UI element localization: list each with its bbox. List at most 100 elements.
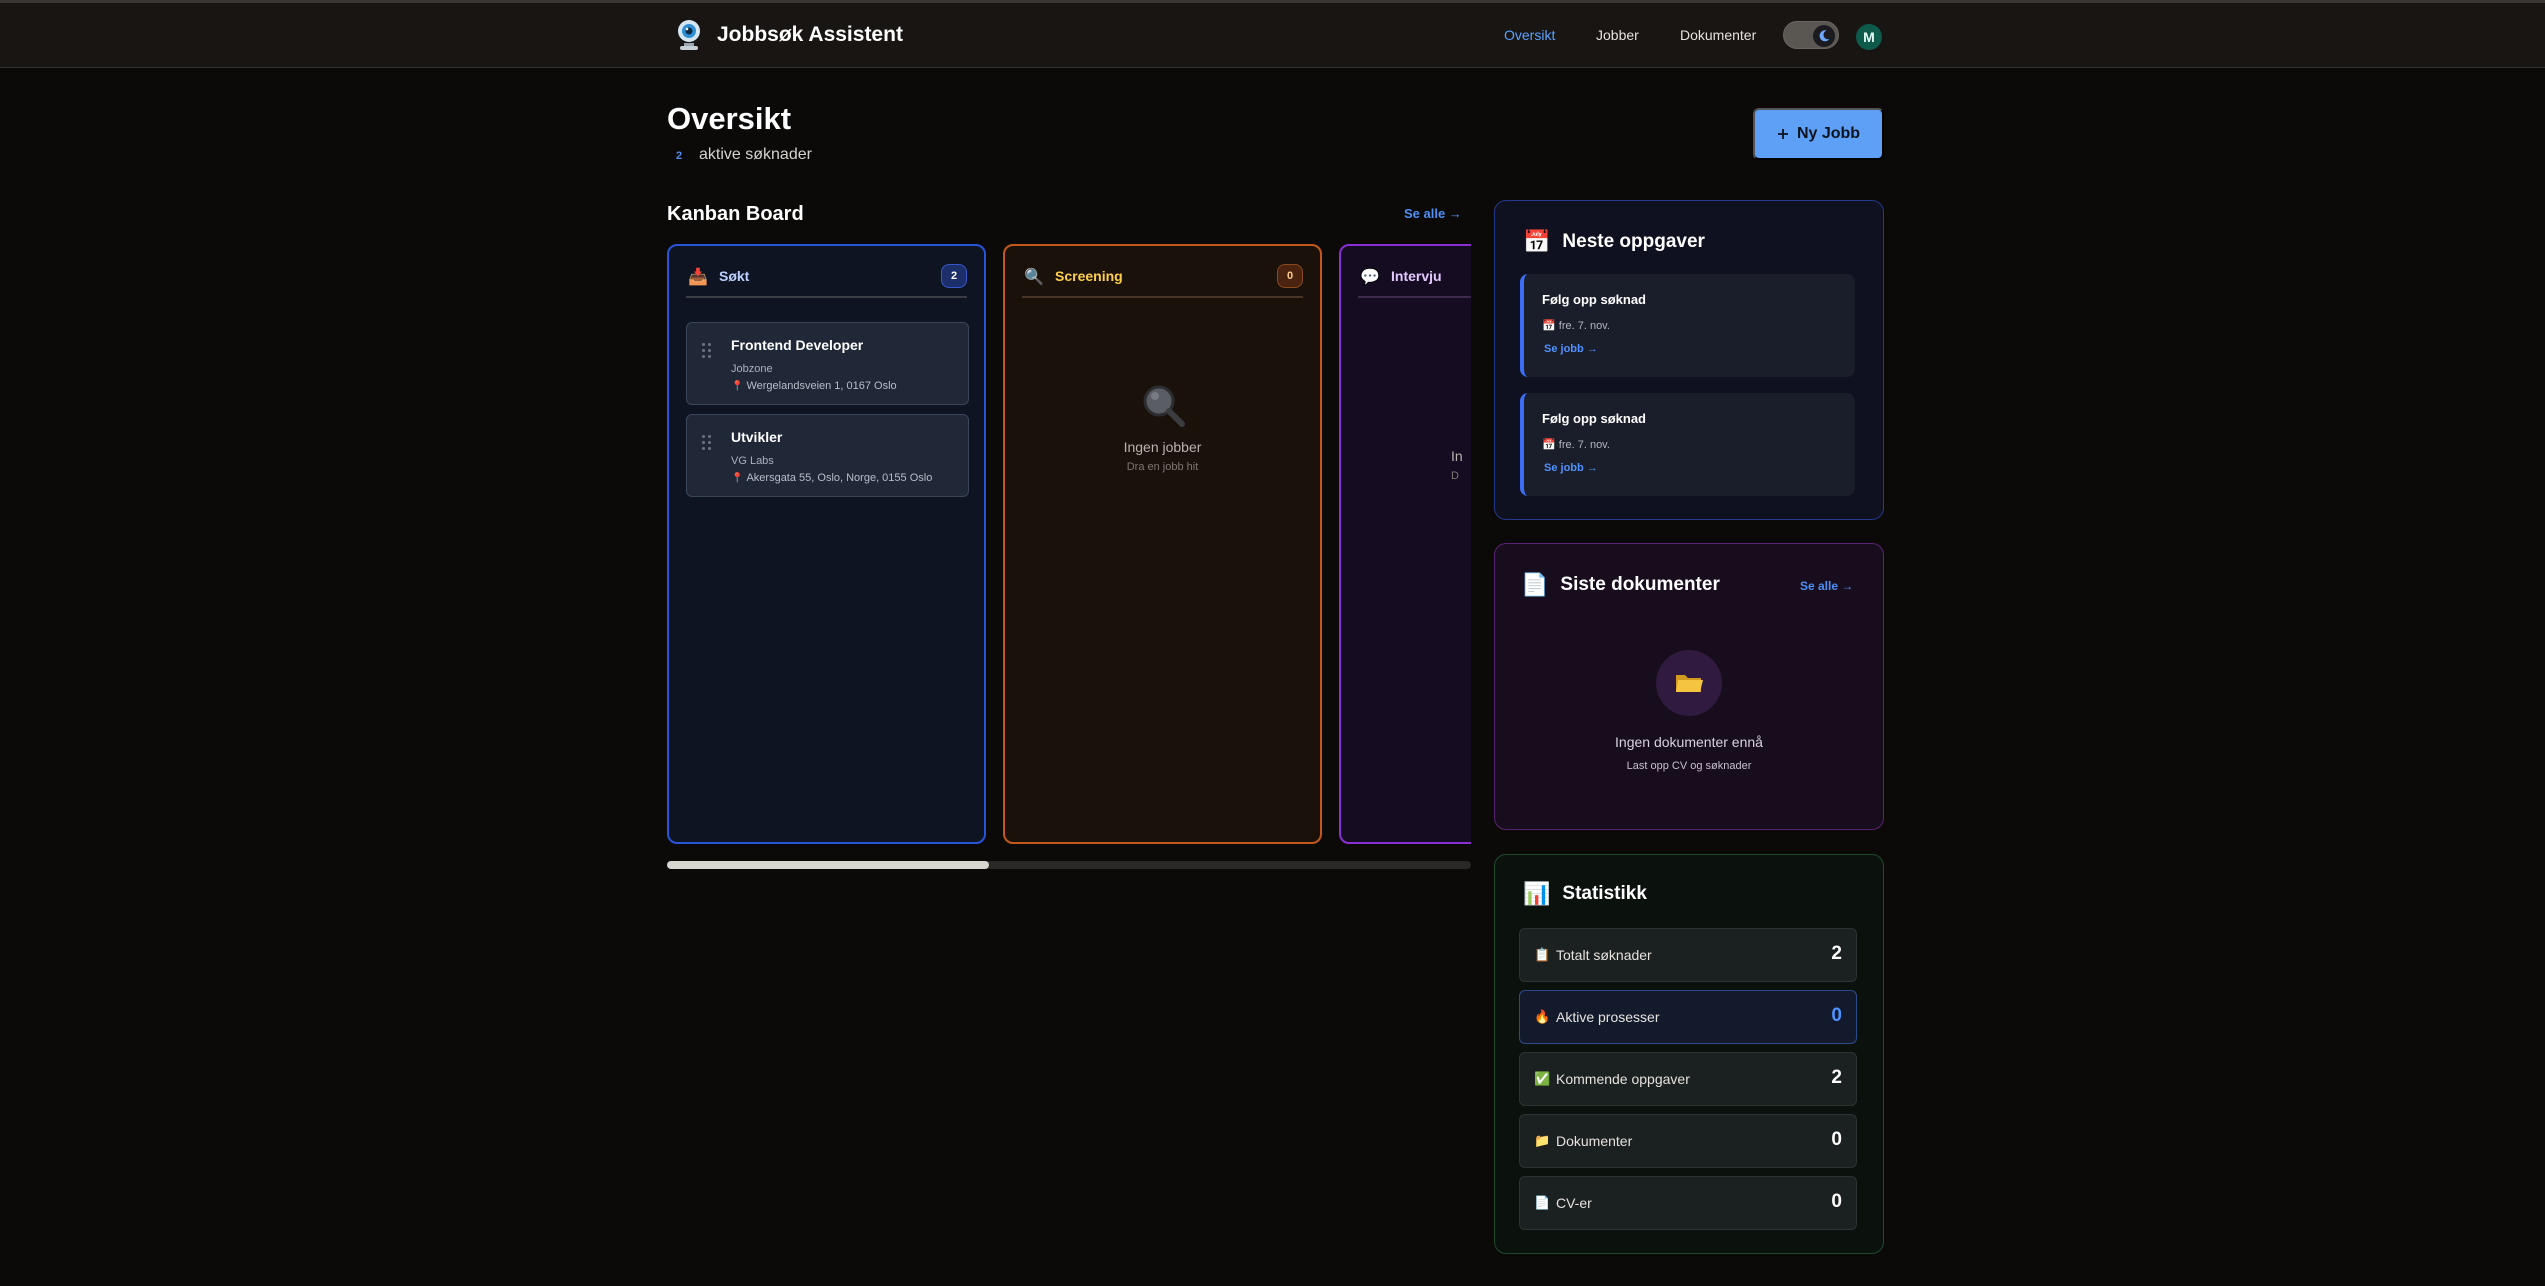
job-company: VG Labs bbox=[731, 455, 774, 467]
job-location: 📍 Wergelandsveien 1, 0167 Oslo bbox=[731, 380, 897, 392]
empty-state-subtitle: Last opp CV og søknader bbox=[1626, 760, 1752, 772]
brand[interactable]: Jobbsøk Assistent bbox=[675, 19, 903, 51]
nav-link-documents[interactable]: Dokumenter bbox=[1680, 27, 1756, 43]
stat-label: CV-er bbox=[1556, 1195, 1592, 1211]
kanban-see-all-link[interactable]: Se alle → bbox=[1404, 206, 1462, 221]
documents-see-all-link[interactable]: Se alle → bbox=[1800, 579, 1853, 593]
stat-value: 0 bbox=[1831, 1129, 1842, 1150]
page-title: Oversikt bbox=[667, 101, 792, 136]
magnifier-icon bbox=[1139, 381, 1187, 429]
job-location-text: Akersgata 55, Oslo, Norge, 0155 Oslo bbox=[746, 472, 933, 484]
empty-state-subtitle: D bbox=[1451, 470, 1459, 482]
fire-icon: 🔥 bbox=[1534, 1009, 1551, 1024]
column-header: 📥 Søkt 2 bbox=[686, 260, 967, 298]
page-icon: 📄 bbox=[1534, 1195, 1551, 1210]
stat-total-applications: 📋 Totalt søknader 2 bbox=[1519, 928, 1857, 982]
calendar-icon: 📅 bbox=[1542, 320, 1556, 332]
job-location: 📍 Akersgata 55, Oslo, Norge, 0155 Oslo bbox=[731, 472, 932, 484]
task-date: 📅 fre. 7. nov. bbox=[1542, 319, 1610, 332]
column-count-badge: 2 bbox=[941, 264, 967, 288]
empty-state-title: Ingen dokumenter ennå bbox=[1615, 734, 1763, 750]
nav-link-jobs[interactable]: Jobber bbox=[1596, 27, 1639, 43]
stat-upcoming-tasks: ✅ Kommende oppgaver 2 bbox=[1519, 1052, 1857, 1106]
job-location-text: Wergelandsveien 1, 0167 Oslo bbox=[746, 380, 897, 392]
stat-value: 2 bbox=[1831, 943, 1842, 964]
job-title: Frontend Developer bbox=[731, 337, 864, 353]
kanban-column-interview[interactable]: 💬 Intervju In D bbox=[1339, 244, 1471, 844]
check-box-icon: ✅ bbox=[1534, 1071, 1551, 1086]
top-navbar: Jobbsøk Assistent Oversikt Jobber Dokume… bbox=[0, 0, 2545, 68]
statistics-panel: 📊 Statistikk 📋 Totalt søknader 2 🔥 Aktiv… bbox=[1494, 854, 1884, 1254]
page-icon: 📄 bbox=[1521, 572, 1549, 597]
calendar-icon: 📅 bbox=[1542, 439, 1556, 451]
task-title: Følg opp søknad bbox=[1542, 292, 1646, 307]
magnifier-icon: 🔍 bbox=[1024, 269, 1044, 286]
column-title: Søkt bbox=[719, 268, 750, 284]
empty-state-title: In bbox=[1451, 448, 1463, 464]
next-tasks-panel: 📅 Neste oppgaver Følg opp søknad 📅 fre. … bbox=[1494, 200, 1884, 520]
folder-icon bbox=[1656, 650, 1722, 716]
calendar-icon: 📅 bbox=[1523, 229, 1551, 254]
stat-label: Kommende oppgaver bbox=[1556, 1071, 1690, 1087]
column-count-badge: 0 bbox=[1277, 264, 1303, 288]
new-job-label: Ny Jobb bbox=[1796, 125, 1861, 142]
see-job-link[interactable]: Se jobb → bbox=[1544, 462, 1598, 474]
folder-icon: 📁 bbox=[1534, 1133, 1551, 1148]
clipboard-icon: 📋 bbox=[1534, 947, 1551, 962]
stat-documents: 📁 Dokumenter 0 bbox=[1519, 1114, 1857, 1168]
drag-handle-icon[interactable] bbox=[702, 435, 714, 451]
task-title: Følg opp søknad bbox=[1542, 411, 1646, 426]
theme-toggle[interactable] bbox=[1783, 21, 1839, 49]
panel-title: Siste dokumenter bbox=[1560, 574, 1720, 595]
empty-state: In D bbox=[1451, 448, 1471, 482]
stat-label: Dokumenter bbox=[1556, 1133, 1633, 1149]
stat-value: 2 bbox=[1831, 1067, 1842, 1088]
pin-icon: 📍 bbox=[731, 473, 744, 484]
user-avatar[interactable]: M bbox=[1856, 24, 1882, 50]
active-applications-count: 2 bbox=[676, 150, 683, 162]
job-card[interactable]: Utvikler VG Labs 📍 Akersgata 55, Oslo, No… bbox=[686, 414, 969, 497]
stat-label: Aktive prosesser bbox=[1556, 1009, 1660, 1025]
panel-header: 📄 Siste dokumenter bbox=[1521, 572, 1720, 598]
stat-value: 0 bbox=[1831, 1005, 1842, 1026]
task-date: 📅 fre. 7. nov. bbox=[1542, 438, 1610, 451]
column-header: 🔍 Screening 0 bbox=[1022, 260, 1303, 298]
task-date-text: fre. 7. nov. bbox=[1558, 439, 1610, 451]
kanban-horizontal-scrollbar[interactable] bbox=[667, 861, 1471, 869]
column-title: Screening bbox=[1055, 268, 1123, 284]
kanban-column-screening[interactable]: 🔍 Screening 0 Ingen jobber Dra en jobb h… bbox=[1003, 244, 1322, 844]
kanban-column-applied[interactable]: 📥 Søkt 2 Frontend Developer Jobzone 📍 Wer… bbox=[667, 244, 986, 844]
inbox-tray-icon: 📥 bbox=[688, 269, 708, 286]
empty-state-title: Ingen jobber bbox=[1123, 439, 1202, 455]
panel-header: 📊 Statistikk bbox=[1523, 881, 1647, 907]
bar-chart-icon: 📊 bbox=[1523, 881, 1551, 906]
job-company: Jobzone bbox=[731, 363, 773, 375]
see-job-link[interactable]: Se jobb → bbox=[1544, 343, 1598, 355]
panel-title: Statistikk bbox=[1562, 883, 1647, 904]
task-item[interactable]: Følg opp søknad 📅 fre. 7. nov. Se jobb → bbox=[1520, 393, 1855, 496]
new-job-button[interactable]: Ny Jobb bbox=[1753, 108, 1884, 160]
job-title: Utvikler bbox=[731, 429, 783, 445]
stat-value: 0 bbox=[1831, 1191, 1842, 1212]
speech-bubble-icon: 💬 bbox=[1360, 269, 1380, 286]
stat-active-processes: 🔥 Aktive prosesser 0 bbox=[1519, 990, 1857, 1044]
panel-title: Neste oppgaver bbox=[1562, 231, 1705, 252]
nav-link-overview[interactable]: Oversikt bbox=[1504, 27, 1555, 43]
active-applications-label: aktive søknader bbox=[699, 146, 812, 163]
stat-label: Totalt søknader bbox=[1556, 947, 1652, 963]
drag-handle-icon[interactable] bbox=[702, 343, 714, 359]
panel-header: 📅 Neste oppgaver bbox=[1523, 229, 1705, 255]
webcam-logo-icon bbox=[678, 20, 700, 50]
empty-state: Ingen jobber Dra en jobb hit bbox=[1005, 381, 1320, 473]
recent-documents-panel: 📄 Siste dokumenter Se alle → Ingen dokum… bbox=[1494, 543, 1884, 830]
job-card[interactable]: Frontend Developer Jobzone 📍 Wergelandsve… bbox=[686, 322, 969, 405]
plus-icon bbox=[1777, 129, 1788, 139]
pin-icon: 📍 bbox=[731, 381, 744, 392]
moon-icon bbox=[1813, 25, 1835, 47]
task-item[interactable]: Følg opp søknad 📅 fre. 7. nov. Se jobb → bbox=[1520, 274, 1855, 377]
documents-empty-state: Ingen dokumenter ennå Last opp CV og søk… bbox=[1495, 650, 1883, 772]
kanban-board[interactable]: 📥 Søkt 2 Frontend Developer Jobzone 📍 Wer… bbox=[666, 240, 1471, 846]
scrollbar-thumb[interactable] bbox=[667, 861, 989, 869]
stat-cvs: 📄 CV-er 0 bbox=[1519, 1176, 1857, 1230]
kanban-title: Kanban Board bbox=[667, 203, 804, 225]
